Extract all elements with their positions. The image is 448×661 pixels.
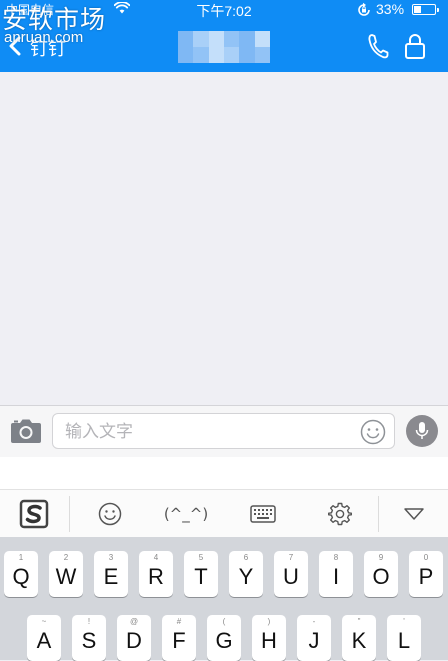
kaomoji-label: (^_^) — [163, 504, 209, 523]
key-hint: 4 — [153, 553, 159, 562]
camera-icon — [11, 419, 41, 443]
key-label: I — [332, 564, 340, 589]
ime-emoji-button[interactable] — [88, 490, 132, 537]
key-label: F — [172, 628, 186, 653]
hide-keyboard-button[interactable] — [394, 490, 434, 537]
keyboard-icon — [250, 504, 276, 523]
key-hint: 7 — [288, 553, 294, 562]
key-label: A — [36, 628, 52, 653]
battery-percent: 33% — [376, 1, 405, 17]
rotation-lock-icon — [356, 2, 372, 21]
conversation-title-pixelated — [178, 31, 270, 63]
phone-icon — [368, 34, 389, 59]
key-label: G — [215, 628, 233, 653]
key-label: T — [194, 564, 208, 589]
sogou-logo-button[interactable] — [10, 490, 58, 537]
input-bar — [0, 405, 448, 457]
key-hint: # — [176, 617, 182, 626]
key-label: S — [81, 628, 97, 653]
key-r[interactable]: 4 R — [139, 551, 173, 597]
key-hint: 6 — [243, 553, 249, 562]
key-s[interactable]: ! S — [72, 615, 106, 661]
key-e[interactable]: 3 E — [94, 551, 128, 597]
key-o[interactable]: 9 O — [364, 551, 398, 597]
smiley-icon — [98, 502, 122, 525]
keyboard: 1 Q 2 W 3 E 4 R 5 T 6 Y 7 U 8 I 9 O 0 P … — [0, 537, 448, 661]
key-hint: 2 — [63, 553, 69, 562]
message-list[interactable] — [0, 72, 448, 405]
key-hint: 9 — [378, 553, 384, 562]
emoji-button[interactable] — [360, 419, 386, 445]
key-l[interactable]: ' L — [387, 615, 421, 661]
keyboard-switch-button[interactable] — [240, 490, 286, 537]
key-hint: 0 — [423, 553, 429, 562]
kaomoji-button[interactable]: (^_^) — [160, 490, 212, 537]
key-hint: ! — [87, 617, 91, 626]
key-label: K — [351, 628, 367, 653]
key-label: R — [148, 564, 164, 589]
key-f[interactable]: # F — [162, 615, 196, 661]
key-label: E — [103, 564, 119, 589]
sogou-logo-icon — [19, 499, 49, 528]
key-label: W — [55, 564, 77, 589]
key-label: P — [418, 564, 434, 589]
toolbar-divider — [69, 496, 70, 532]
key-hint: " — [357, 617, 361, 626]
key-hint: ' — [403, 617, 405, 626]
key-t[interactable]: 5 T — [184, 551, 218, 597]
gear-icon — [328, 502, 352, 525]
key-hint: 1 — [18, 553, 24, 562]
key-label: J — [308, 628, 320, 653]
voice-button[interactable] — [406, 415, 438, 447]
key-label: Q — [12, 564, 30, 589]
encryption-button[interactable] — [404, 32, 426, 60]
key-hint: ) — [267, 617, 271, 626]
call-button[interactable] — [366, 32, 390, 60]
key-hint: 8 — [333, 553, 339, 562]
key-label: H — [261, 628, 277, 653]
key-hint: 5 — [198, 553, 204, 562]
key-a[interactable]: ~ A — [27, 615, 61, 661]
toolbar-divider — [378, 496, 379, 532]
key-label: U — [283, 564, 299, 589]
key-y[interactable]: 6 Y — [229, 551, 263, 597]
ime-toolbar: (^_^) — [0, 489, 448, 537]
watermark-url: anruan.com — [4, 29, 84, 46]
message-input-field[interactable] — [52, 413, 395, 450]
key-q[interactable]: 1 Q — [4, 551, 38, 597]
key-hint: - — [312, 617, 316, 626]
key-label: Y — [238, 564, 254, 589]
key-label: O — [372, 564, 390, 589]
ime-settings-button[interactable] — [318, 490, 362, 537]
camera-button[interactable] — [10, 416, 42, 444]
key-h[interactable]: ) H — [252, 615, 286, 661]
key-label: D — [126, 628, 142, 653]
key-j[interactable]: - J — [297, 615, 331, 661]
key-g[interactable]: ( G — [207, 615, 241, 661]
battery-level-fill — [414, 6, 421, 13]
key-label: L — [397, 628, 411, 653]
microphone-icon — [415, 422, 429, 439]
key-u[interactable]: 7 U — [274, 551, 308, 597]
key-hint: ( — [222, 617, 226, 626]
key-i[interactable]: 8 I — [319, 551, 353, 597]
message-input[interactable] — [63, 414, 357, 450]
key-hint: 3 — [108, 553, 114, 562]
key-p[interactable]: 0 P — [409, 551, 443, 597]
battery-icon — [412, 4, 439, 15]
key-d[interactable]: @ D — [117, 615, 151, 661]
top-bar: 中国电信 下午7:02 33% 钉钉 安软市场 anruan.com — [0, 0, 448, 72]
key-hint: ~ — [41, 617, 47, 626]
ime-candidate-area — [0, 457, 448, 489]
key-k[interactable]: " K — [342, 615, 376, 661]
smiley-icon — [360, 419, 386, 445]
triangle-down-icon — [404, 507, 424, 520]
lock-icon — [405, 34, 425, 59]
key-hint: @ — [129, 617, 139, 626]
key-w[interactable]: 2 W — [49, 551, 83, 597]
